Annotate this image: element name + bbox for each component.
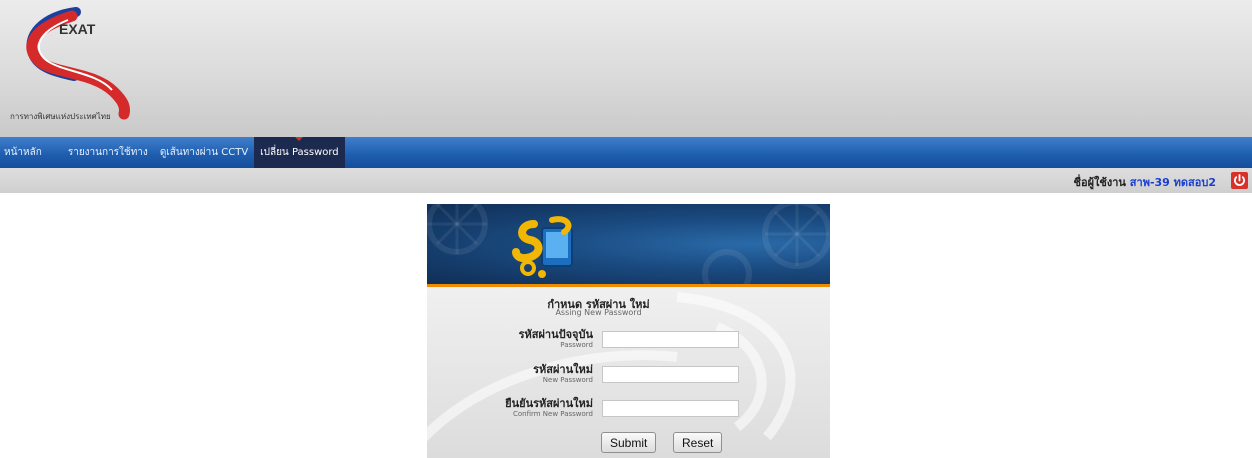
current-password-input[interactable] [602,331,739,348]
reset-button[interactable]: Reset [673,432,723,453]
nav-item-cctv-routes[interactable]: ดูเส้นทางผ่าน CCTV [154,137,254,168]
logout-button[interactable] [1231,172,1248,189]
new-password-label-en: New Password [542,376,593,384]
logo-subtitle: การทางพิเศษแห่งประเทศไทย [10,112,111,121]
user-bar: ชื่อผู้ใช้งาน สาพ-39 ทดสอบ2 [0,168,1252,193]
confirm-password-label: ยืนยันรหัสผ่านใหม่ Confirm New Password [505,397,593,419]
system-logo-icon [512,216,573,278]
panel-banner [427,204,830,284]
power-icon [1234,174,1245,186]
current-password-label: รหัสผ่านปัจจุบัน Password [519,328,593,350]
password-form: กำหนด รหัสผ่าน ใหม่ Assing New Password … [427,287,830,458]
form-subtitle: Assing New Password [555,308,642,317]
current-password-label-en: Password [560,341,593,349]
new-password-label-th: รหัสผ่านใหม่ [533,363,593,376]
change-password-panel: กำหนด รหัสผ่าน ใหม่ Assing New Password … [427,204,830,458]
logo-text: EXAT [59,21,96,37]
site-header: EXAT การทางพิเศษแห่งประเทศไทย [0,0,1252,137]
new-password-input[interactable] [602,366,739,383]
nav-item-change-password[interactable]: เปลี่ยน Password [254,137,345,168]
confirm-password-label-en: Confirm New Password [512,410,593,418]
new-password-label: รหัสผ่านใหม่ New Password [533,363,593,385]
banner-decoration [427,204,830,284]
submit-button[interactable]: Submit [601,432,657,453]
nav-item-home[interactable]: หน้าหลัก [0,137,62,168]
confirm-password-input[interactable] [602,400,739,417]
nav-item-usage-report[interactable]: รายงานการใช้ทาง [62,137,154,168]
exat-logo: EXAT การทางพิเศษแห่งประเทศไทย [4,6,154,131]
username-value[interactable]: สาพ-39 ทดสอบ2 [1130,176,1216,189]
current-password-label-th: รหัสผ่านปัจจุบัน [518,328,593,341]
confirm-password-label-th: ยืนยันรหัสผ่านใหม่ [505,397,593,410]
main-nav: หน้าหลัก รายงานการใช้ทาง ดูเส้นทางผ่าน C… [0,137,1252,168]
username-label: ชื่อผู้ใช้งาน [1073,176,1126,189]
user-info: ชื่อผู้ใช้งาน สาพ-39 ทดสอบ2 [1074,173,1216,191]
